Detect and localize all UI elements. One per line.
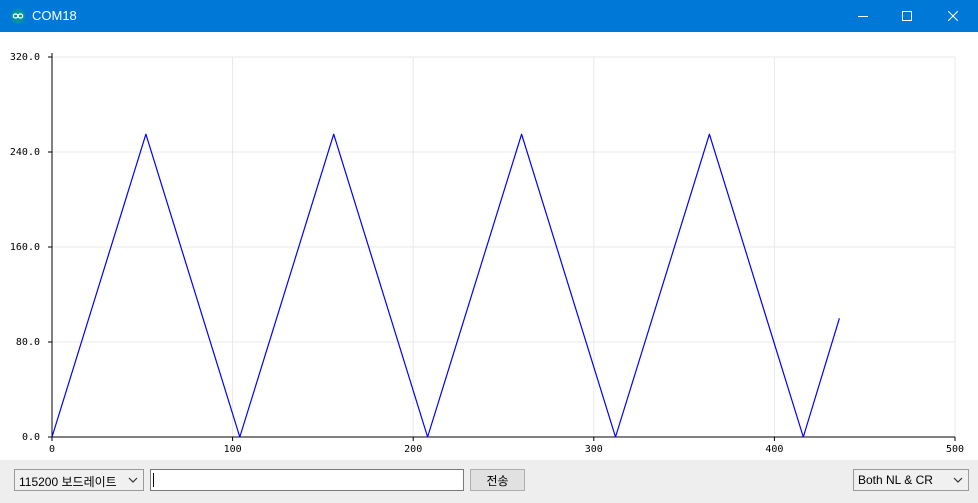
serial-plotter: 0.0 80.0 160.0 240.0 320.0 0 100 200 300 400 500 [0,32,978,460]
x-tick-label: 0 [49,444,55,455]
title-bar: COM18 [0,0,978,32]
baud-rate-label: 115200 보드레이트 [19,475,117,489]
maximize-button[interactable] [884,0,930,32]
x-tick-label: 200 [404,444,422,455]
line-ending-select[interactable]: Both NL & CR [853,469,969,491]
x-tick-label: 500 [946,444,964,455]
x-tick-label: 100 [224,444,242,455]
y-tick-label: 320.0 [10,52,40,63]
window-title: COM18 [32,8,77,23]
arduino-icon [11,9,25,23]
text-caret [153,473,154,487]
series-line [51,133,840,438]
x-tick-label: 300 [585,444,603,455]
y-tick-label: 80.0 [16,337,40,348]
chevron-down-icon [128,477,138,483]
minimize-icon [858,16,868,17]
send-button[interactable]: 전송 [470,469,525,491]
bottom-toolbar: 115200 보드레이트 전송 Both NL & CR [0,460,978,503]
line-ending-label: Both NL & CR [858,473,933,487]
y-tick-label: 160.0 [10,242,40,253]
baud-rate-select[interactable]: 115200 보드레이트 [14,469,144,491]
y-tick-label: 240.0 [10,147,40,158]
close-button[interactable] [930,0,976,32]
message-input[interactable] [150,469,464,491]
send-label: 전송 [486,473,509,488]
y-tick-label: 0.0 [22,432,40,443]
x-tick-label: 400 [765,444,783,455]
plot-canvas: 0.0 80.0 160.0 240.0 320.0 0 100 200 300 400 500 [10,52,964,455]
chevron-down-icon [953,477,963,483]
maximize-icon [902,11,912,21]
minimize-button[interactable] [840,0,886,32]
close-icon [948,11,958,21]
